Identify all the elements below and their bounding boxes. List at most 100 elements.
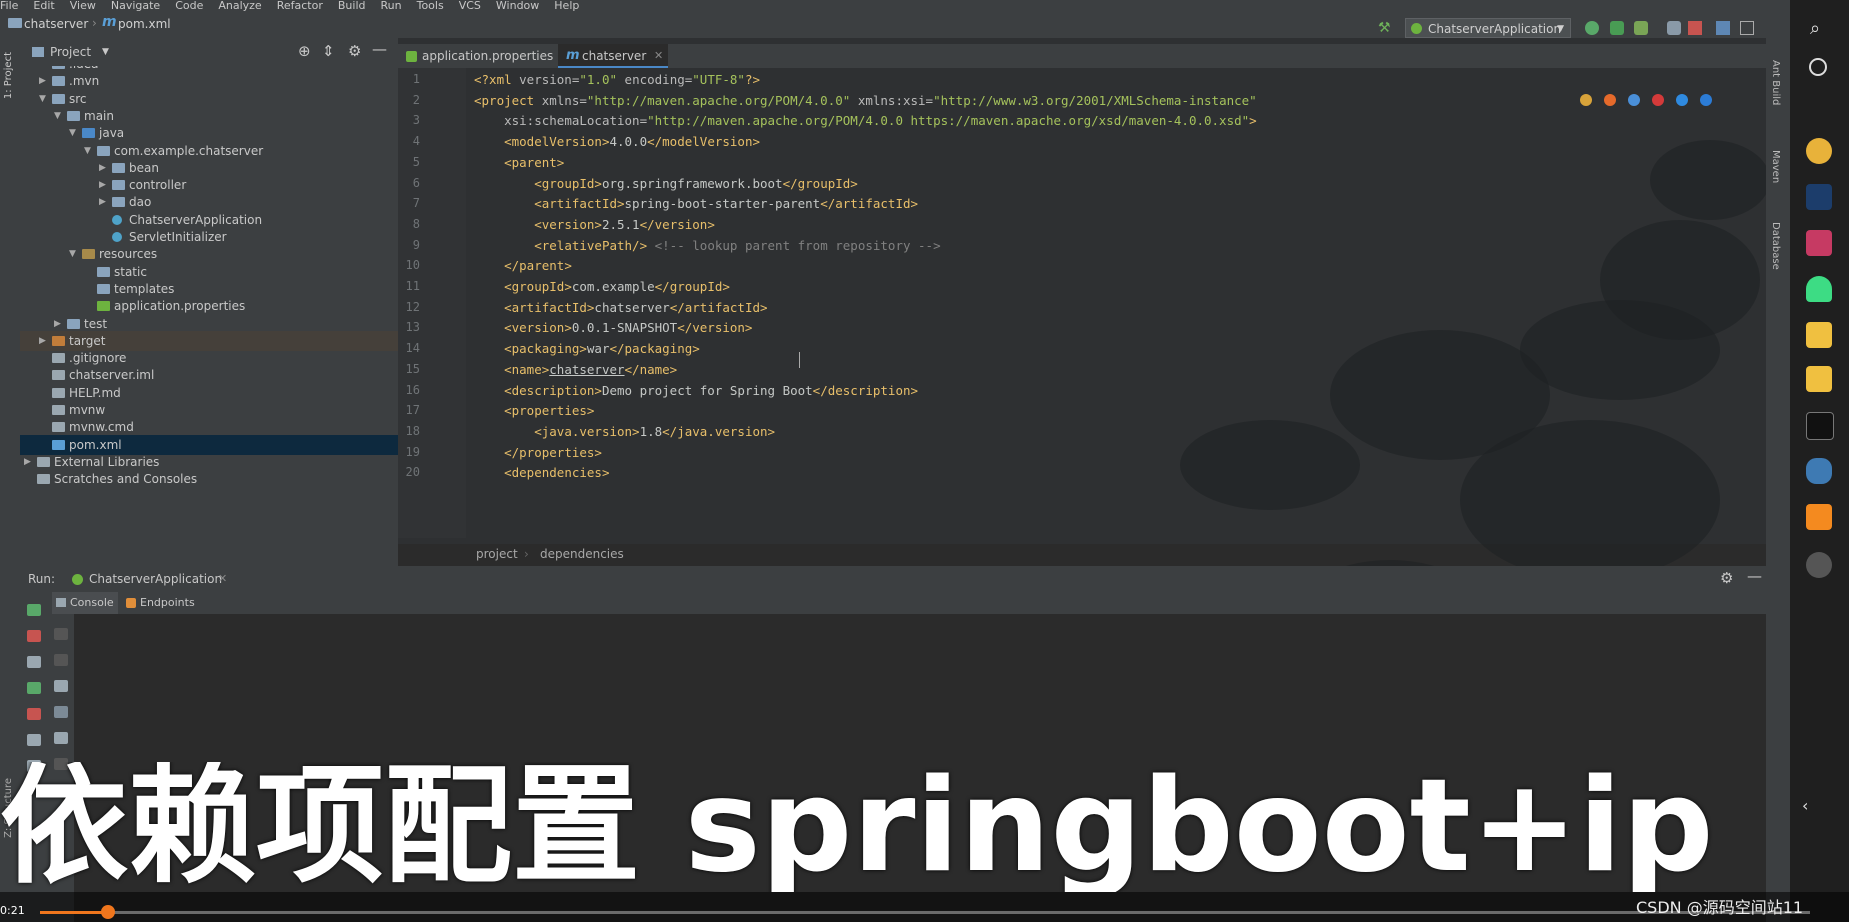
layout-icon[interactable] bbox=[1740, 21, 1754, 35]
code-line[interactable]: <groupId>com.example</groupId> bbox=[474, 279, 730, 294]
breadcrumb-file[interactable]: pom.xml bbox=[118, 17, 171, 31]
tab-console[interactable]: Console bbox=[52, 592, 118, 614]
code-line[interactable]: xsi:schemaLocation="http://maven.apache.… bbox=[474, 113, 1257, 128]
menu-item-build[interactable]: Build bbox=[338, 0, 366, 12]
line-number: 10 bbox=[405, 258, 420, 273]
layout-icon[interactable] bbox=[27, 734, 41, 746]
android-icon[interactable] bbox=[1806, 276, 1832, 302]
menu-item-refactor[interactable]: Refactor bbox=[277, 0, 323, 12]
stop-icon[interactable] bbox=[1688, 21, 1702, 35]
menu-item-file[interactable]: File bbox=[0, 0, 18, 12]
maven-tool-window[interactable]: Maven bbox=[1770, 150, 1781, 183]
menu-item-navigate[interactable]: Navigate bbox=[111, 0, 160, 12]
editor-breadcrumb: project › dependencies bbox=[466, 544, 1302, 564]
restore-layout-icon[interactable] bbox=[27, 682, 41, 694]
video-progress-track[interactable] bbox=[40, 911, 1810, 914]
menu-item-run[interactable]: Run bbox=[381, 0, 402, 12]
gear-icon[interactable]: ⚙ bbox=[1720, 569, 1733, 587]
rerun-icon[interactable] bbox=[1585, 21, 1599, 35]
cortana-icon[interactable] bbox=[1809, 58, 1827, 76]
code-line[interactable]: <name>chatserver</name> bbox=[474, 362, 677, 377]
menu-item-window[interactable]: Window bbox=[496, 0, 539, 12]
database-tool-window[interactable]: Database bbox=[1770, 222, 1781, 270]
stop-icon[interactable] bbox=[27, 630, 41, 642]
code-line[interactable]: <?xml version="1.0" encoding="UTF-8"?> bbox=[474, 72, 760, 87]
folder-icon[interactable] bbox=[1806, 322, 1832, 348]
camera-icon[interactable] bbox=[27, 656, 41, 668]
minimize-icon[interactable]: — bbox=[1747, 567, 1762, 585]
code-line[interactable]: <parent> bbox=[474, 155, 564, 170]
menu-item-vcs[interactable]: VCS bbox=[459, 0, 481, 12]
print-icon[interactable] bbox=[54, 732, 68, 744]
code-line[interactable]: <relativePath/> <!-- lookup parent from … bbox=[474, 238, 940, 253]
sublime-icon[interactable] bbox=[1806, 504, 1832, 530]
firefox-icon[interactable] bbox=[1604, 94, 1616, 106]
code-line[interactable]: <modelVersion>4.0.0</modelVersion> bbox=[474, 134, 760, 149]
menu-item-code[interactable]: Code bbox=[175, 0, 203, 12]
gear-icon[interactable]: ⚙ bbox=[348, 42, 361, 60]
code-line[interactable]: <artifactId>chatserver</artifactId> bbox=[474, 300, 767, 315]
collapse-icon[interactable]: ⇕ bbox=[322, 42, 335, 60]
code-line[interactable]: <project xmlns="http://maven.apache.org/… bbox=[474, 93, 1257, 108]
terminal-icon[interactable] bbox=[1806, 412, 1834, 440]
video-progress-knob[interactable] bbox=[101, 905, 115, 919]
opera-icon[interactable] bbox=[1652, 94, 1664, 106]
code-line[interactable]: </parent> bbox=[474, 258, 572, 273]
menu-item-help[interactable]: Help bbox=[554, 0, 579, 12]
chrome-icon[interactable] bbox=[1580, 94, 1592, 106]
exit-icon[interactable] bbox=[27, 708, 41, 720]
mysql-icon[interactable] bbox=[1806, 458, 1832, 484]
crumb-project[interactable]: project bbox=[476, 544, 518, 564]
run-config-selector[interactable]: ChatserverApplication ▼ bbox=[1405, 18, 1571, 38]
code-line[interactable]: <artifactId>spring-boot-starter-parent</… bbox=[474, 196, 918, 211]
code-line[interactable]: </properties> bbox=[474, 445, 602, 460]
coverage-icon[interactable] bbox=[1634, 21, 1648, 35]
ie-icon[interactable] bbox=[1676, 94, 1688, 106]
tab-endpoints[interactable]: Endpoints bbox=[124, 592, 195, 614]
search-icon[interactable]: ⌕ bbox=[1810, 18, 1820, 39]
profile-icon[interactable] bbox=[1667, 21, 1681, 35]
menu-item-analyze[interactable]: Analyze bbox=[218, 0, 261, 12]
rerun-icon[interactable] bbox=[27, 604, 41, 616]
folder-icon[interactable] bbox=[1806, 366, 1832, 392]
tab-application-properties[interactable]: application.properties bbox=[398, 44, 556, 68]
tab-chatserver[interactable]: m chatserver ✕ bbox=[558, 44, 668, 68]
close-icon[interactable]: ✕ bbox=[654, 44, 663, 68]
recorder-icon[interactable] bbox=[1806, 552, 1832, 578]
project-tool-window-label[interactable]: 1: Project bbox=[3, 52, 14, 99]
down-arrow-icon[interactable] bbox=[54, 654, 68, 666]
menu-item-tools[interactable]: Tools bbox=[417, 0, 444, 12]
photoshop-icon[interactable] bbox=[1806, 184, 1832, 210]
breadcrumb-project[interactable]: chatserver bbox=[24, 17, 88, 31]
tree-item[interactable]: Scratches and Consoles bbox=[20, 469, 398, 489]
code-line[interactable]: <properties> bbox=[474, 403, 594, 418]
project-view-selector[interactable]: Project bbox=[50, 45, 91, 59]
menu-item-edit[interactable]: Edit bbox=[33, 0, 54, 12]
run-config-tab[interactable]: ChatserverApplication bbox=[89, 572, 222, 586]
code-line[interactable]: <version>0.0.1-SNAPSHOT</version> bbox=[474, 320, 752, 335]
minimize-icon[interactable]: — bbox=[372, 40, 387, 58]
project-view-icon bbox=[32, 47, 44, 57]
crumb-dependencies[interactable]: dependencies bbox=[540, 544, 624, 564]
menu-item-view[interactable]: View bbox=[70, 0, 96, 12]
code-line[interactable]: <groupId>org.springframework.boot</group… bbox=[474, 176, 858, 191]
project-structure-icon[interactable] bbox=[1716, 21, 1730, 35]
scroll-to-end-icon[interactable] bbox=[54, 706, 68, 718]
locate-icon[interactable]: ⊕ bbox=[298, 42, 311, 60]
code-line[interactable]: <java.version>1.8</java.version> bbox=[474, 424, 775, 439]
code-line[interactable]: <description>Demo project for Spring Boo… bbox=[474, 383, 918, 398]
code-line[interactable]: <version>2.5.1</version> bbox=[474, 217, 715, 232]
hammer-icon[interactable]: ⚒ bbox=[1378, 20, 1391, 36]
safari-icon[interactable] bbox=[1628, 94, 1640, 106]
edge-icon[interactable] bbox=[1700, 94, 1712, 106]
code-line[interactable]: <packaging>war</packaging> bbox=[474, 341, 700, 356]
close-icon[interactable]: ✕ bbox=[218, 572, 227, 585]
chrome-icon[interactable] bbox=[1806, 138, 1832, 164]
debug-icon[interactable] bbox=[1610, 21, 1624, 35]
file-icon bbox=[52, 387, 65, 398]
code-line[interactable]: <dependencies> bbox=[474, 465, 609, 480]
intellij-icon[interactable] bbox=[1806, 230, 1832, 256]
ant-build-tool-window[interactable]: Ant Build bbox=[1770, 60, 1781, 105]
up-arrow-icon[interactable] bbox=[54, 628, 68, 640]
soft-wrap-icon[interactable] bbox=[54, 680, 68, 692]
